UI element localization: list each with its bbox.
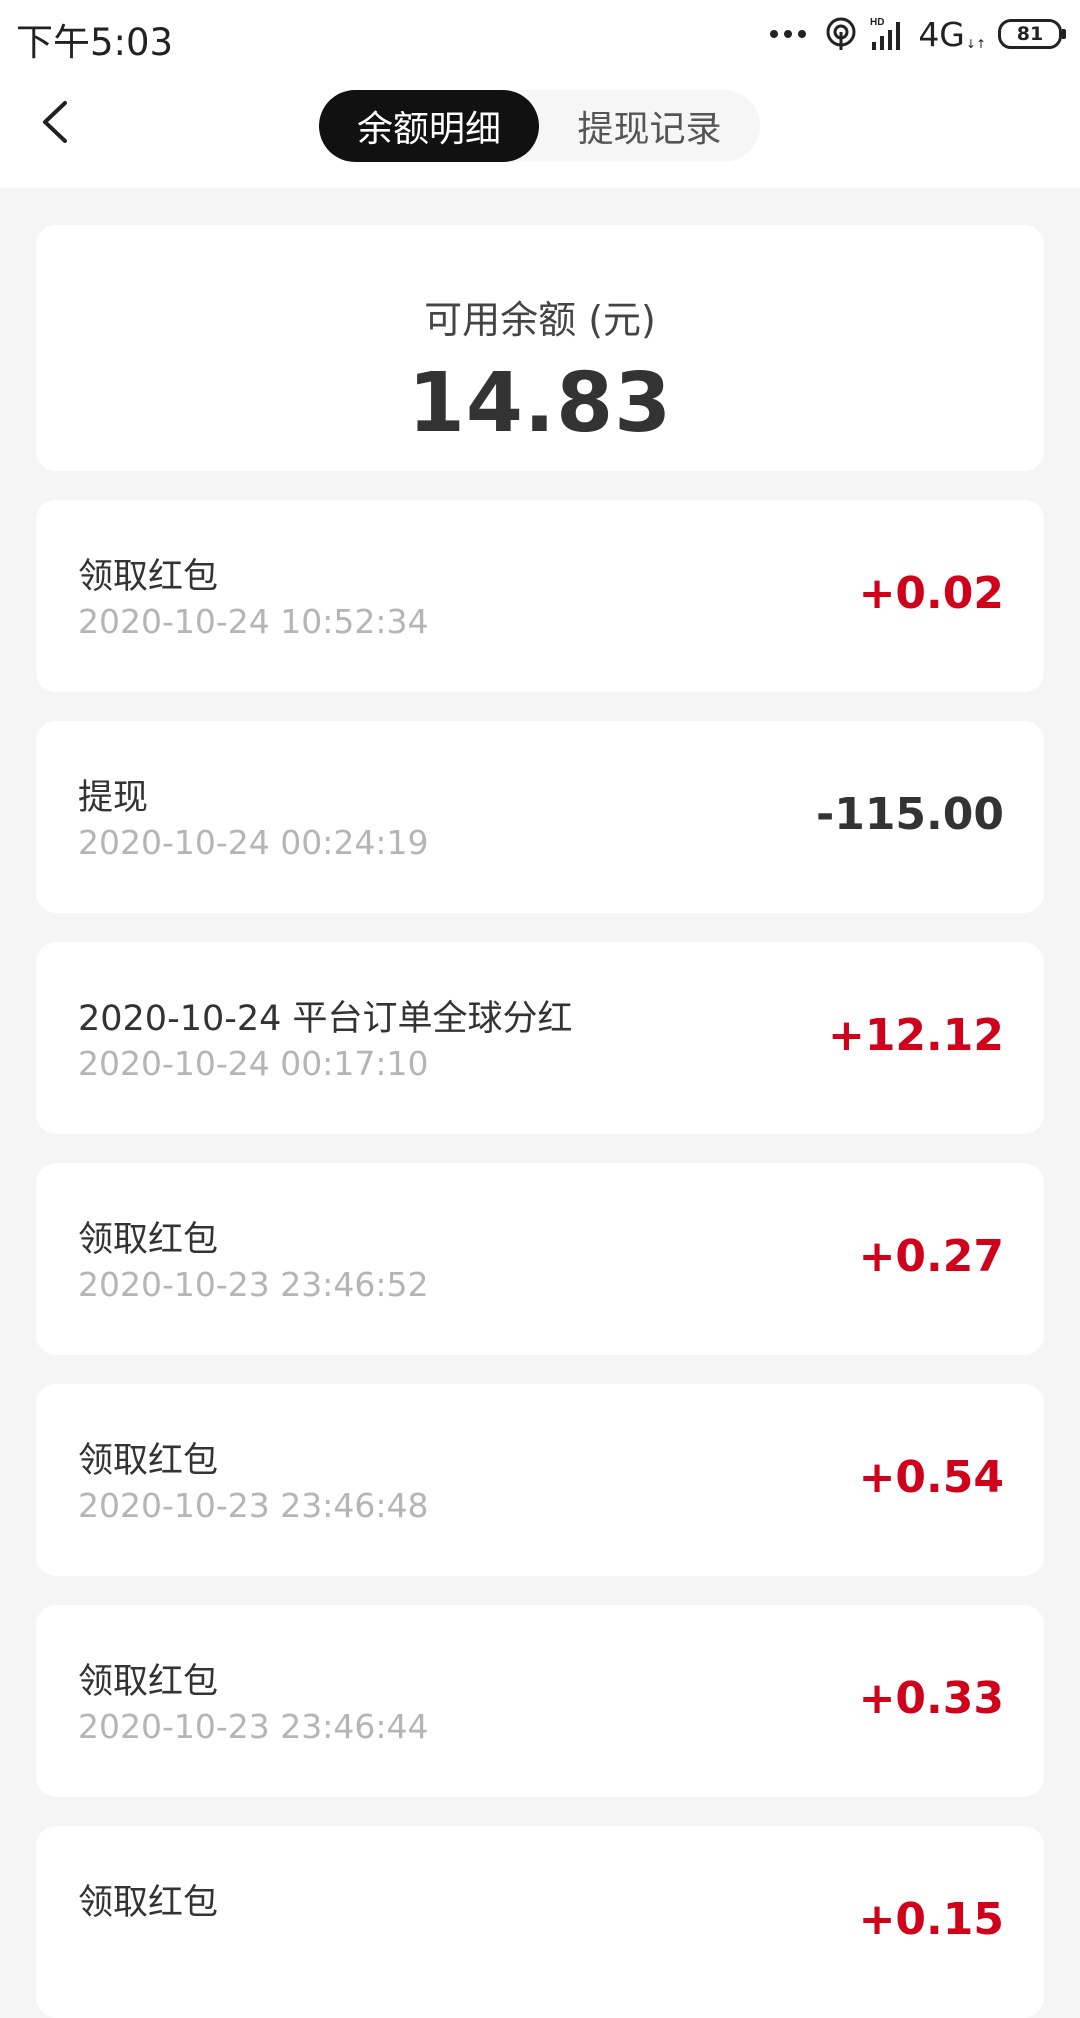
transaction-item[interactable]: 2020-10-24 平台订单全球分红 2020-10-24 00:17:10 … [36,942,1044,1134]
svg-text:HD: HD [870,17,884,28]
balance-card: 可用余额 (元) 14.83 [36,225,1044,471]
transaction-item[interactable]: 领取红包 +0.15 [36,1826,1044,2018]
transaction-item[interactable]: 领取红包 2020-10-24 10:52:34 +0.02 [36,500,1044,692]
balance-value: 14.83 [407,356,673,451]
transaction-title: 领取红包 [78,1441,219,1481]
network-type: 4G ↓↑ [918,14,986,54]
transaction-amount: +0.33 [858,1673,1004,1724]
transaction-title: 领取红包 [78,1220,219,1260]
transaction-title: 领取红包 [78,557,219,597]
transaction-time: 2020-10-23 23:46:44 [78,1707,429,1746]
back-arrow-icon [43,101,67,143]
transaction-amount: -115.00 [815,789,1004,840]
transaction-title: 提现 [78,778,149,818]
transaction-item[interactable]: 提现 2020-10-24 00:24:19 -115.00 [36,721,1044,913]
more-dots-icon [770,30,807,38]
content: 可用余额 (元) 14.83 领取红包 2020-10-24 10:52:34 … [36,225,1044,2018]
back-button[interactable] [30,92,80,152]
transaction-item[interactable]: 领取红包 2020-10-23 23:46:44 +0.33 [36,1605,1044,1797]
hotspot-icon [826,17,856,50]
transaction-title: 2020-10-24 平台订单全球分红 [78,999,573,1039]
transaction-time: 2020-10-24 00:17:10 [78,1044,429,1083]
status-icons: HD 4G ↓↑ 81 [770,14,1066,54]
battery-level: 81 [1016,23,1044,45]
transaction-time: 2020-10-23 23:46:52 [78,1265,429,1304]
transaction-time: 2020-10-23 23:46:48 [78,1486,429,1525]
status-time: 下午5:03 [16,21,174,64]
balance-label: 可用余额 (元) [424,298,656,342]
transaction-item[interactable]: 领取红包 2020-10-23 23:46:48 +0.54 [36,1384,1044,1576]
transaction-title: 领取红包 [78,1662,219,1702]
battery-icon: 81 [998,19,1066,49]
transaction-time: 2020-10-24 10:52:34 [78,602,429,641]
status-bar: 下午5:03 HD 4G ↓↑ 81 [0,0,1080,70]
header: 余额明细 提现记录 [0,70,1080,188]
transaction-amount: +12.12 [827,1010,1004,1061]
tab-balance-details[interactable]: 余额明细 [319,90,539,162]
transaction-item[interactable]: 领取红包 2020-10-23 23:46:52 +0.27 [36,1163,1044,1355]
transaction-time: 2020-10-24 00:24:19 [78,823,429,862]
transaction-title: 领取红包 [78,1883,219,1923]
segmented-tabs: 余额明细 提现记录 [319,90,760,162]
transaction-amount: +0.54 [858,1452,1004,1503]
tab-withdraw-records[interactable]: 提现记录 [539,90,760,162]
transaction-amount: +0.27 [858,1231,1004,1282]
transaction-amount: +0.02 [858,568,1004,619]
signal-icon: HD [870,17,901,50]
